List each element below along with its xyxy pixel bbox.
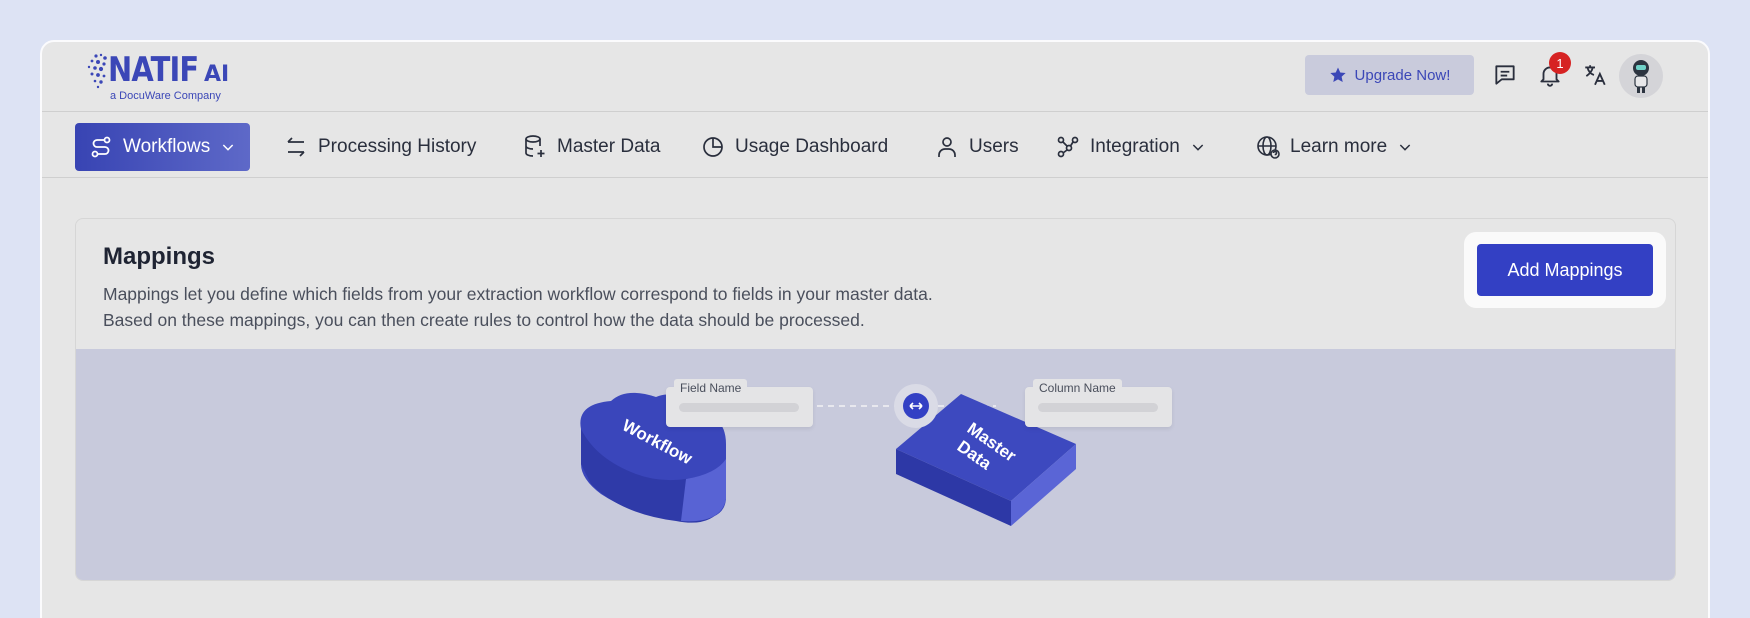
mappings-title: Mappings xyxy=(103,243,215,270)
add-mappings-highlight: Add Mappings xyxy=(1464,232,1666,308)
nav-label: Learn more xyxy=(1290,136,1388,157)
upgrade-label: Upgrade Now! xyxy=(1354,66,1451,84)
language-button[interactable] xyxy=(1580,60,1610,90)
nav-item-workflows[interactable]: Workflows xyxy=(75,123,251,171)
user-avatar[interactable] xyxy=(1619,54,1663,98)
field-name-card: Field Name xyxy=(666,379,813,427)
user-icon xyxy=(938,137,956,157)
column-placeholder-bar xyxy=(1038,403,1158,412)
nav-item-learn-more[interactable]: Learn more xyxy=(1256,123,1413,171)
integration-icon xyxy=(1057,136,1079,158)
logo-subtitle: a DocuWare Company xyxy=(110,90,221,102)
nav-item-usage-dashboard[interactable]: Usage Dashboard xyxy=(701,123,888,171)
mappings-diagram: Workflow Master Data xyxy=(580,384,1076,526)
nav-item-processing-history[interactable]: Processing History xyxy=(284,123,476,171)
chevron-down-icon xyxy=(1192,144,1203,151)
mappings-card: Mappings Mappings let you define which f… xyxy=(75,218,1676,581)
nav-item-master-data[interactable]: Master Data xyxy=(523,123,660,171)
database-add-icon xyxy=(525,135,545,157)
mappings-description-line: Mappings let you define which fields fro… xyxy=(103,284,933,304)
nav-label: Processing History xyxy=(318,136,477,157)
mappings-description: Mappings let you define which fields fro… xyxy=(103,281,933,333)
nav-item-integration[interactable]: Integration xyxy=(1056,123,1206,171)
globe-help-icon xyxy=(1257,136,1280,159)
link-arrows-icon xyxy=(894,384,938,428)
nav-label: Workflows xyxy=(123,136,211,157)
pie-chart-icon xyxy=(703,137,723,157)
app-window: NATIF AI a DocuWare Company Upgrade Now!… xyxy=(40,40,1710,618)
chat-icon xyxy=(1495,65,1515,85)
top-header: NATIF AI a DocuWare Company Upgrade Now!… xyxy=(42,42,1708,112)
upgrade-button[interactable]: Upgrade Now! xyxy=(1305,55,1474,95)
notification-badge: 1 xyxy=(1549,52,1571,74)
star-icon xyxy=(1329,67,1346,83)
mappings-illustration: Workflow Master Data Field Name Column N… xyxy=(76,349,1675,580)
field-name-label: Field Name xyxy=(674,379,748,397)
add-mappings-button[interactable]: Add Mappings xyxy=(1477,244,1653,296)
arrows-swap-icon xyxy=(287,137,305,157)
notifications-button[interactable]: 1 xyxy=(1535,52,1571,90)
natif-logo[interactable]: NATIF AI a DocuWare Company xyxy=(86,48,230,106)
nav-label: Master Data xyxy=(557,136,661,157)
logo-wordmark: NATIF xyxy=(108,50,199,90)
chevron-down-icon xyxy=(223,144,234,151)
workflow-icon xyxy=(91,136,111,158)
mappings-description-line: Based on these mappings, you can then cr… xyxy=(103,310,865,330)
translate-icon xyxy=(1585,65,1606,86)
nav-label: Usage Dashboard xyxy=(735,136,889,157)
robot-avatar-icon xyxy=(1633,60,1649,93)
chat-button[interactable] xyxy=(1490,60,1520,90)
nav-label: Integration xyxy=(1090,136,1180,157)
chevron-down-icon xyxy=(1399,144,1411,151)
column-name-label: Column Name xyxy=(1033,379,1122,397)
nav-label: Users xyxy=(969,136,1019,157)
nav-item-users[interactable]: Users xyxy=(935,123,1019,171)
main-nav: Workflows Processing History Master Data… xyxy=(42,112,1708,178)
logo-ai-suffix: AI xyxy=(204,62,230,87)
field-placeholder-bar xyxy=(679,403,799,412)
column-name-card: Column Name xyxy=(1025,379,1172,427)
